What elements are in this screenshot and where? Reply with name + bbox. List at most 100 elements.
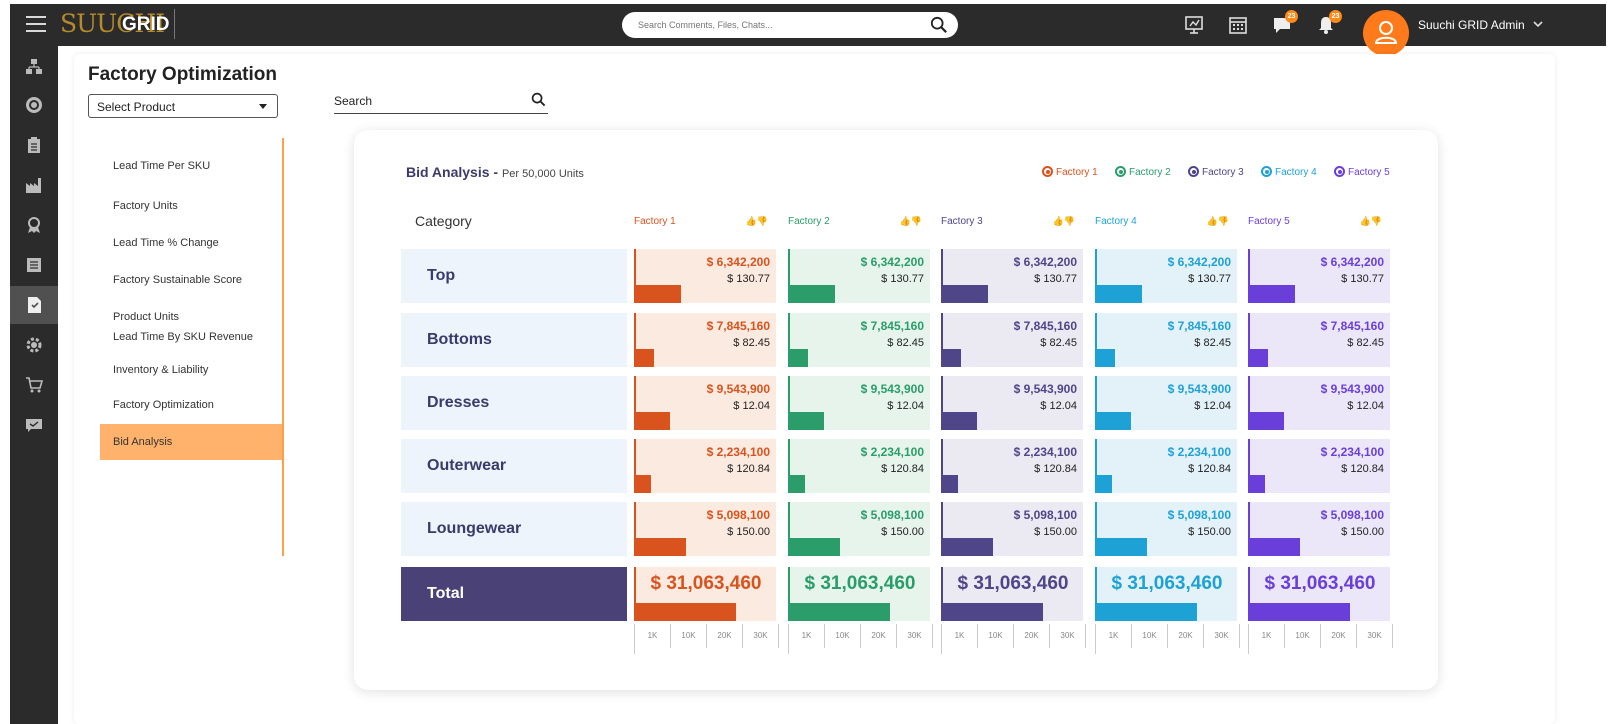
hamburger-menu-icon[interactable] — [26, 16, 46, 32]
bid-bar — [636, 475, 651, 493]
bid-cell: $ 2,234,100 $ 120.84 — [941, 439, 1083, 493]
scale-axis: 1K 10K 20K 30K — [634, 624, 779, 654]
bid-cell: $ 2,234,100 $ 120.84 — [788, 439, 930, 493]
bid-total-value: $ 7,845,160 — [1013, 319, 1077, 333]
bid-cell: $ 5,098,100 $ 150.00 — [788, 502, 930, 556]
bid-unit-price: $ 82.45 — [733, 337, 770, 349]
rail-settings[interactable] — [10, 326, 58, 364]
scale-axis: 1K 10K 20K 30K — [1095, 624, 1240, 654]
select-product-dropdown[interactable]: Select Product — [88, 94, 278, 118]
subnav-factory-sustainable-score[interactable]: Factory Sustainable Score — [100, 270, 282, 290]
rail-clipboard[interactable] — [10, 126, 58, 164]
subnav-inventory-liability[interactable]: Inventory & Liability — [100, 360, 282, 380]
bid-cell: $ 9,543,900 $ 12.04 — [941, 376, 1083, 430]
axis-tick: 30K — [743, 624, 779, 648]
scale-axis: 1K 10K 20K 30K — [941, 624, 1086, 654]
subnav-lead-time-per-sku[interactable]: Lead Time Per SKU — [100, 156, 282, 176]
bid-unit-price: $ 150.00 — [727, 526, 770, 538]
total-bar — [790, 603, 890, 621]
rail-bid-report[interactable] — [10, 286, 58, 324]
bid-total-value: $ 2,234,100 — [860, 445, 924, 459]
page-search[interactable] — [334, 92, 548, 114]
card-title-text: Bid Analysis - — [406, 164, 502, 180]
category-label: Outerwear — [401, 439, 627, 493]
rail-finance[interactable] — [10, 86, 58, 124]
legend-factory-4[interactable]: Factory 4 — [1261, 166, 1317, 178]
rail-factory[interactable] — [10, 166, 58, 204]
bid-total-value: $ 6,342,200 — [1013, 255, 1077, 269]
rail-cart[interactable] — [10, 366, 58, 404]
main-panel: Factory Optimization Select Product Lead… — [74, 54, 1555, 724]
axis-tick: 20K — [1014, 624, 1050, 648]
bid-total-value: $ 7,845,160 — [1320, 319, 1384, 333]
thumbs-rating-icon[interactable]: 👍👎 — [1207, 216, 1229, 227]
bid-total-value: $ 2,234,100 — [1320, 445, 1384, 459]
bid-total-value: $ 5,098,100 — [1167, 508, 1231, 522]
total-bar — [943, 603, 1043, 621]
rail-document[interactable] — [10, 246, 58, 284]
rail-award[interactable] — [10, 206, 58, 244]
legend-factory-2[interactable]: Factory 2 — [1115, 166, 1171, 178]
bid-total-value: $ 9,543,900 — [1013, 382, 1077, 396]
bid-bar — [943, 538, 993, 556]
subnav-lead-time-by-sku-revenue[interactable]: Lead Time By SKU Revenue — [100, 327, 282, 347]
chevron-down-icon[interactable] — [1532, 18, 1544, 30]
rail-org-chart[interactable] — [10, 48, 58, 86]
factory-5-header: Factory 5 👍👎 — [1248, 216, 1390, 230]
thumbs-rating-icon[interactable]: 👍👎 — [1360, 216, 1382, 227]
bid-unit-price: $ 120.84 — [727, 463, 770, 475]
search-icon[interactable] — [531, 92, 546, 107]
card-subtitle: Per 50,000 Units — [501, 168, 584, 180]
bid-bar — [1250, 475, 1265, 493]
axis-tick: 30K — [1204, 624, 1240, 648]
chat-icon[interactable]: 23 — [1272, 10, 1298, 35]
scale-axis: 1K 10K 20K 30K — [1248, 624, 1393, 654]
subnav-bid-analysis[interactable]: Bid Analysis — [100, 424, 282, 460]
axis-tick: 20K — [1321, 624, 1357, 648]
subnav-factory-units[interactable]: Factory Units — [100, 196, 282, 216]
bid-bar — [790, 412, 824, 430]
axis-tick: 1K — [635, 624, 671, 648]
subnav-product-units[interactable]: Product Units — [100, 307, 282, 327]
bid-unit-price: $ 150.00 — [1341, 526, 1384, 538]
global-search-input[interactable] — [638, 16, 908, 34]
thumbs-rating-icon[interactable]: 👍👎 — [1053, 216, 1075, 227]
calendar-icon[interactable] — [1228, 15, 1248, 35]
legend-label: Factory 5 — [1348, 167, 1390, 178]
bid-cell: $ 2,234,100 $ 120.84 — [1095, 439, 1237, 493]
category-label: Loungewear — [401, 502, 627, 556]
page-search-input[interactable] — [334, 94, 514, 108]
axis-tick: 10K — [671, 624, 707, 648]
subnav-factory-optimization[interactable]: Factory Optimization — [100, 395, 282, 415]
thumbs-rating-icon[interactable]: 👍👎 — [900, 216, 922, 227]
legend-factory-1[interactable]: Factory 1 — [1042, 166, 1098, 178]
bid-cell: $ 9,543,900 $ 12.04 — [1248, 376, 1390, 430]
subnav-lead-time-change[interactable]: Lead Time % Change — [100, 233, 282, 253]
avatar[interactable] — [1363, 10, 1409, 56]
rail-messages[interactable] — [10, 406, 58, 444]
bid-total-value: $ 9,543,900 — [1320, 382, 1384, 396]
legend-factory-5[interactable]: Factory 5 — [1334, 166, 1390, 178]
user-name[interactable]: Suuchi GRID Admin — [1418, 18, 1525, 32]
bid-cell: $ 2,234,100 $ 120.84 — [1248, 439, 1390, 493]
bid-unit-price: $ 82.45 — [887, 337, 924, 349]
bell-icon[interactable]: 23 — [1316, 10, 1342, 35]
bid-unit-price: $ 12.04 — [887, 400, 924, 412]
global-search[interactable] — [622, 12, 958, 38]
bid-total-value: $ 5,098,100 — [706, 508, 770, 522]
legend-factory-3[interactable]: Factory 3 — [1188, 166, 1244, 178]
search-icon[interactable] — [930, 16, 948, 34]
page-title: Factory Optimization — [88, 64, 277, 85]
coin-icon — [26, 97, 42, 113]
total-value: $ 31,063,460 — [957, 573, 1069, 594]
factory-header-label: Factory 2 — [788, 216, 830, 227]
document-list-icon — [27, 258, 41, 272]
thumbs-rating-icon[interactable]: 👍👎 — [746, 216, 768, 227]
total-cell: $ 31,063,460 — [788, 567, 930, 621]
bid-total-value: $ 7,845,160 — [860, 319, 924, 333]
bid-cell: $ 9,543,900 $ 12.04 — [788, 376, 930, 430]
axis-tick: 20K — [861, 624, 897, 648]
total-value: $ 31,063,460 — [1111, 573, 1223, 594]
presentation-icon[interactable] — [1184, 15, 1204, 35]
bid-unit-price: $ 130.77 — [1034, 273, 1077, 285]
